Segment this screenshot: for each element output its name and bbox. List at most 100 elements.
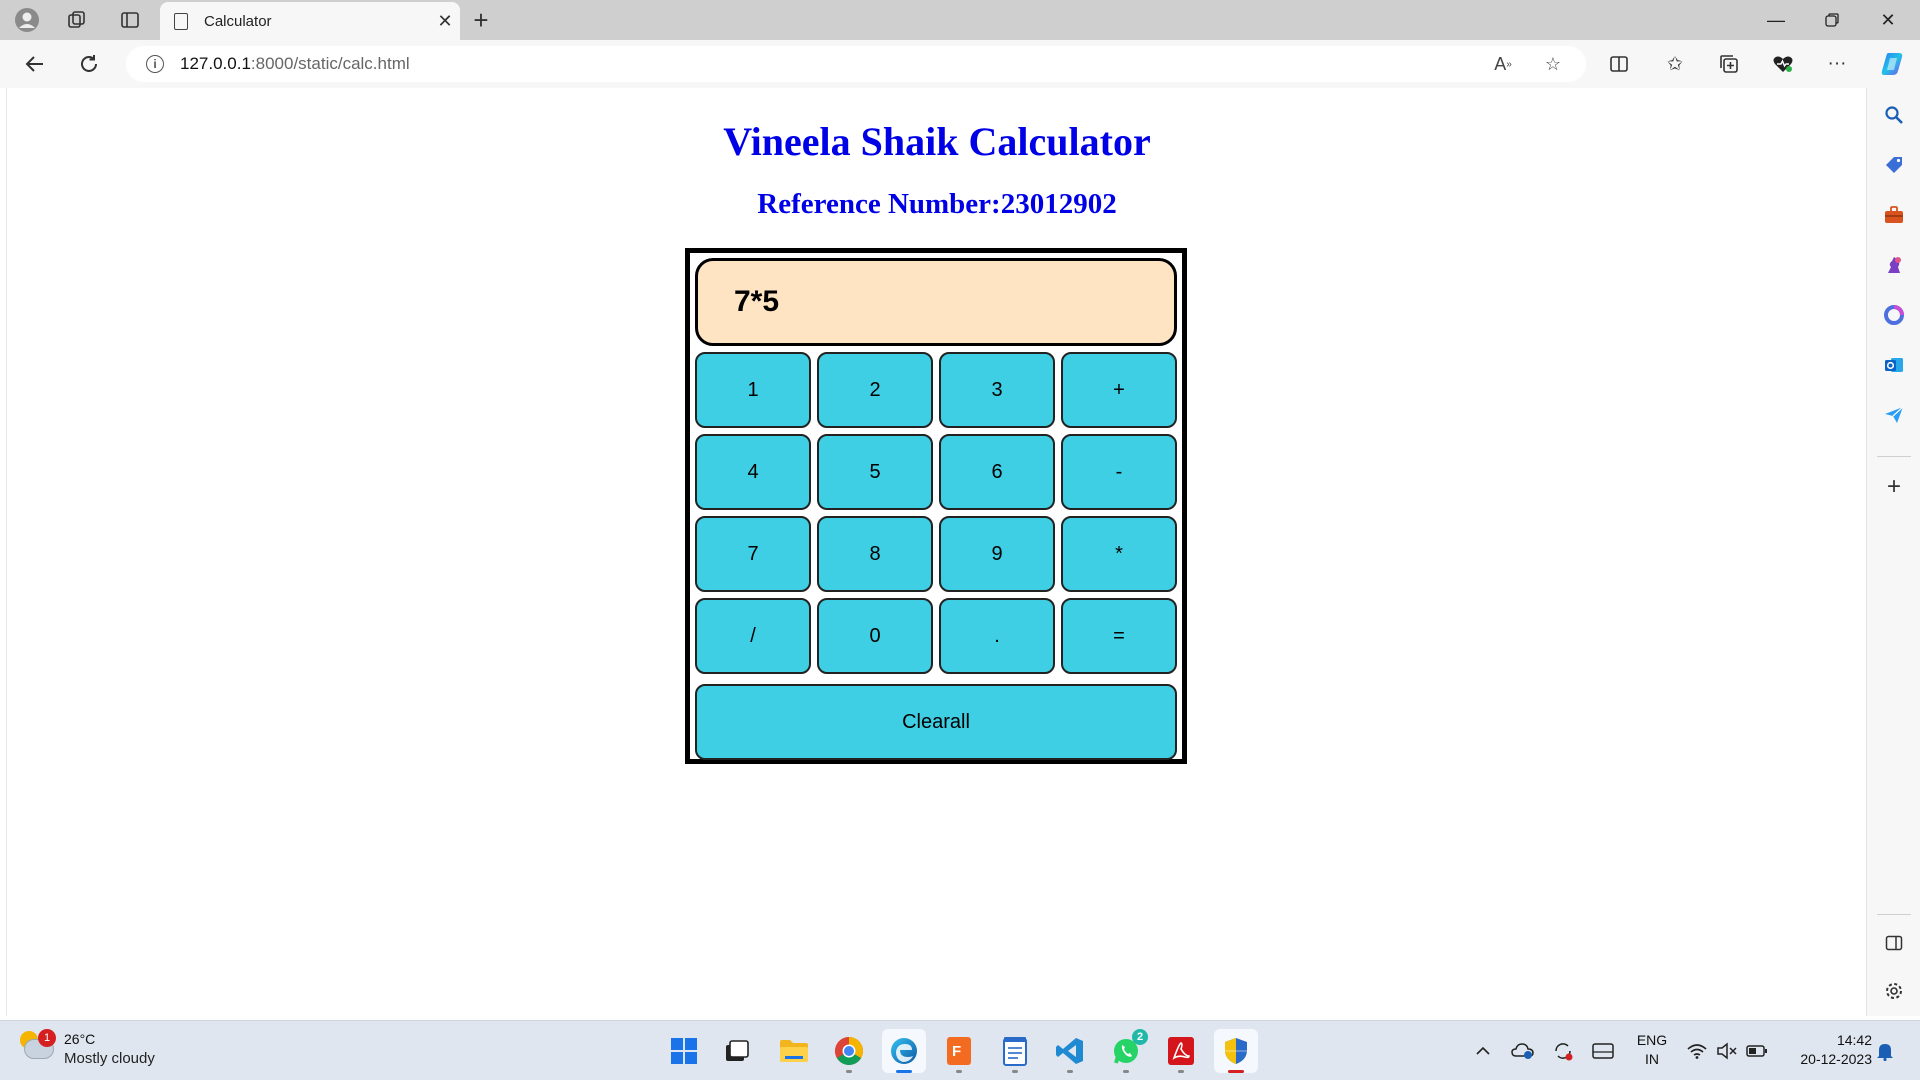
restore-button[interactable] <box>1804 0 1860 40</box>
refresh-button[interactable] <box>72 49 106 79</box>
running-indicator <box>1012 1070 1018 1073</box>
document-icon <box>174 12 188 30</box>
weather-condition: Mostly cloudy <box>64 1050 155 1067</box>
weather-temperature: 26°C <box>64 1031 96 1047</box>
browser-essentials-icon[interactable] <box>1766 49 1800 79</box>
running-indicator <box>846 1070 852 1073</box>
weather-badge: 1 <box>38 1029 56 1047</box>
fusion-360-icon[interactable]: F <box>937 1029 981 1073</box>
reference-number: Reference Number:23012902 <box>757 188 1117 220</box>
profile-icon[interactable] <box>12 6 42 34</box>
battery-icon[interactable] <box>1744 1039 1770 1063</box>
edge-icon[interactable] <box>882 1029 926 1073</box>
running-indicator <box>1123 1070 1129 1073</box>
new-tab-button[interactable]: + <box>465 4 497 36</box>
calculator: 7*5 1 2 3 + 4 5 6 - 7 8 9 * / 0 . = Clea… <box>685 248 1187 764</box>
key-decimal[interactable]: . <box>939 598 1055 674</box>
language-region: IN <box>1645 1051 1659 1067</box>
running-indicator <box>896 1070 912 1073</box>
file-explorer-icon[interactable] <box>772 1029 816 1073</box>
collections-icon[interactable] <box>1712 49 1746 79</box>
onedrive-icon[interactable] <box>1510 1039 1536 1063</box>
svg-text:F: F <box>952 1043 961 1060</box>
close-tab-icon[interactable]: ✕ <box>430 11 460 32</box>
key-5[interactable]: 5 <box>817 434 933 510</box>
key-multiply[interactable]: * <box>1061 516 1177 592</box>
running-indicator <box>1067 1070 1073 1073</box>
whatsapp-badge: 2 <box>1132 1029 1148 1045</box>
edge-sidebar: + <box>1866 88 1920 1016</box>
settings-gear-icon[interactable] <box>1879 976 1909 1006</box>
key-divide[interactable]: / <box>695 598 811 674</box>
search-icon[interactable] <box>1879 100 1909 130</box>
clear-all-button[interactable]: Clearall <box>695 684 1177 760</box>
shopping-tag-icon[interactable] <box>1879 150 1909 180</box>
weather-widget[interactable]: 1 26°C Mostly cloudy <box>20 1029 180 1073</box>
microsoft-365-icon[interactable] <box>1879 300 1909 330</box>
hide-sidebar-icon[interactable] <box>1879 928 1909 958</box>
send-icon[interactable] <box>1879 400 1909 430</box>
more-options-icon[interactable]: ··· <box>1820 49 1854 79</box>
split-screen-icon[interactable] <box>1602 49 1636 79</box>
key-6[interactable]: 6 <box>939 434 1055 510</box>
start-button[interactable] <box>662 1029 706 1073</box>
address-bar[interactable]: i 127.0.0.1 :8000/static/calc.html A» ☆ <box>126 46 1586 82</box>
running-indicator <box>956 1070 962 1073</box>
clock-time: 14:42 <box>1836 1032 1872 1048</box>
minimize-button[interactable]: — <box>1748 0 1804 40</box>
key-7[interactable]: 7 <box>695 516 811 592</box>
key-9[interactable]: 9 <box>939 516 1055 592</box>
key-equals[interactable]: = <box>1061 598 1177 674</box>
url-path: :8000/static/calc.html <box>250 54 410 73</box>
tab-calculator[interactable]: Calculator ✕ <box>160 2 460 40</box>
tab-strip: Calculator ✕ + — ✕ <box>0 0 1920 40</box>
sidebar-divider <box>1877 456 1911 457</box>
back-button[interactable] <box>18 49 52 79</box>
url-host: 127.0.0.1 <box>180 54 251 73</box>
workspaces-icon[interactable] <box>62 6 92 34</box>
language-code: ENG <box>1636 1032 1668 1048</box>
wifi-icon[interactable] <box>1684 1039 1710 1063</box>
add-icon[interactable]: + <box>1879 472 1909 502</box>
acrobat-icon[interactable] <box>1159 1029 1203 1073</box>
toolbar: i 127.0.0.1 :8000/static/calc.html A» ☆ … <box>0 40 1920 88</box>
tab-title: Calculator <box>204 12 272 30</box>
key-8[interactable]: 8 <box>817 516 933 592</box>
page-content: Vineela Shaik Calculator Reference Numbe… <box>6 88 1866 1016</box>
chrome-icon[interactable] <box>827 1029 871 1073</box>
key-plus[interactable]: + <box>1061 352 1177 428</box>
read-aloud-icon[interactable]: A» <box>1488 50 1518 78</box>
key-minus[interactable]: - <box>1061 434 1177 510</box>
close-window-button[interactable]: ✕ <box>1860 0 1916 40</box>
games-icon[interactable] <box>1879 250 1909 280</box>
clock-date: 20-12-2023 <box>1800 1051 1872 1067</box>
vertical-tabs-icon[interactable] <box>115 6 145 34</box>
notepad-icon[interactable] <box>993 1029 1037 1073</box>
notifications-bell-icon[interactable] <box>1872 1039 1898 1063</box>
show-hidden-icons-chevron-icon[interactable] <box>1470 1039 1496 1063</box>
key-3[interactable]: 3 <box>939 352 1055 428</box>
key-2[interactable]: 2 <box>817 352 933 428</box>
calculator-display[interactable]: 7*5 <box>695 258 1177 346</box>
sync-icon[interactable] <box>1550 1039 1576 1063</box>
key-0[interactable]: 0 <box>817 598 933 674</box>
outlook-icon[interactable] <box>1879 350 1909 380</box>
key-1[interactable]: 1 <box>695 352 811 428</box>
favorite-star-icon[interactable]: ☆ <box>1538 50 1568 78</box>
touch-keyboard-icon[interactable] <box>1590 1039 1616 1063</box>
key-4[interactable]: 4 <box>695 434 811 510</box>
copilot-icon[interactable] <box>1876 49 1910 79</box>
taskbar: 1 26°C Mostly cloudy F 2 ENG IN 14:42 20… <box>0 1020 1920 1080</box>
whatsapp-icon[interactable]: 2 <box>1104 1029 1148 1073</box>
tools-briefcase-icon[interactable] <box>1879 200 1909 230</box>
task-view-icon[interactable] <box>715 1029 759 1073</box>
page-title: Vineela Shaik Calculator <box>723 119 1151 164</box>
security-shield-icon[interactable] <box>1214 1029 1258 1073</box>
favorites-icon[interactable]: ✩ <box>1658 49 1692 79</box>
language-indicator[interactable]: ENG IN <box>1632 1031 1672 1069</box>
site-info-icon[interactable]: i <box>146 55 164 73</box>
sidebar-divider <box>1877 914 1911 915</box>
vscode-icon[interactable] <box>1048 1029 1092 1073</box>
speaker-muted-icon[interactable] <box>1714 1039 1740 1063</box>
system-clock[interactable]: 14:42 20-12-2023 <box>1776 1031 1872 1069</box>
